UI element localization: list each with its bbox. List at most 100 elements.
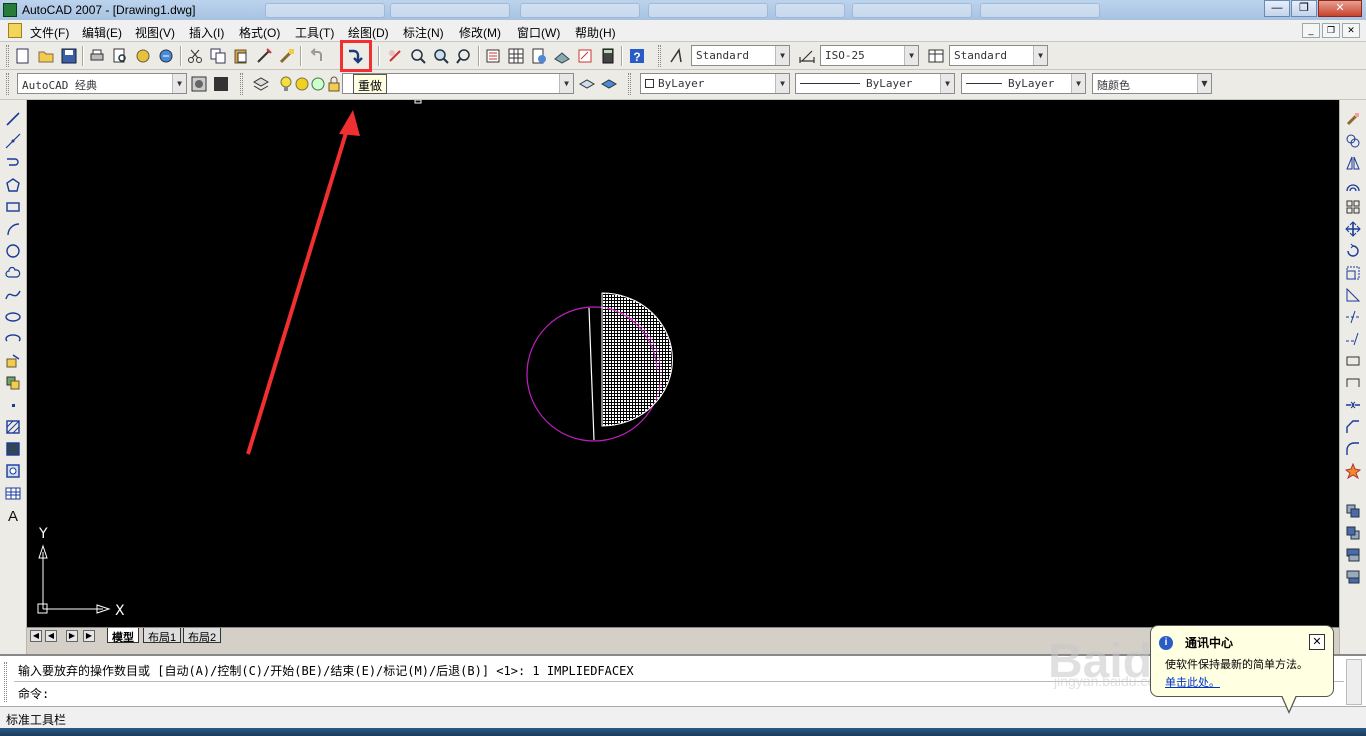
circle-icon[interactable] bbox=[5, 243, 21, 259]
menu-edit[interactable]: 编辑(E) bbox=[82, 24, 122, 41]
erase-icon[interactable] bbox=[1345, 111, 1361, 127]
make-block-icon[interactable] bbox=[5, 375, 21, 391]
ellipse-arc-icon[interactable] bbox=[5, 331, 21, 347]
markup-icon[interactable] bbox=[576, 47, 594, 65]
doc-minimize-button[interactable]: _ bbox=[1302, 23, 1320, 38]
toolbar-grip[interactable] bbox=[658, 45, 661, 67]
send-to-back-icon[interactable] bbox=[1345, 525, 1361, 541]
windows-taskbar[interactable] bbox=[0, 728, 1366, 736]
move-icon[interactable] bbox=[1345, 221, 1361, 237]
offset-icon[interactable] bbox=[1345, 177, 1361, 193]
command-window-grip[interactable] bbox=[4, 662, 7, 702]
hatch-icon[interactable] bbox=[5, 419, 21, 435]
drawing-area[interactable]: Y X bbox=[27, 100, 1339, 627]
revision-cloud-icon[interactable] bbox=[5, 265, 21, 281]
sheet-set-icon[interactable] bbox=[553, 47, 571, 65]
toolbar-grip[interactable] bbox=[240, 73, 243, 95]
toolbar-grip[interactable] bbox=[6, 45, 9, 67]
background-window-tab[interactable] bbox=[390, 3, 510, 18]
chevron-down-icon[interactable]: ▼ bbox=[904, 46, 918, 65]
menu-view[interactable]: 视图(V) bbox=[135, 24, 175, 41]
match-properties-icon[interactable] bbox=[255, 47, 273, 65]
scale-icon[interactable] bbox=[1345, 265, 1361, 281]
background-window-tab[interactable] bbox=[265, 3, 385, 18]
undo-icon[interactable] bbox=[309, 47, 327, 65]
tab-layout2[interactable]: 布局2 bbox=[183, 628, 222, 644]
tab-model[interactable]: 模型 bbox=[107, 628, 139, 644]
bring-above-icon[interactable] bbox=[1345, 547, 1361, 563]
drawing-canvas[interactable]: Y X bbox=[27, 100, 1339, 627]
save-icon[interactable] bbox=[60, 47, 78, 65]
zoom-realtime-icon[interactable] bbox=[409, 47, 427, 65]
new-icon[interactable] bbox=[14, 47, 32, 65]
dim-style-icon[interactable] bbox=[798, 47, 816, 65]
polygon-icon[interactable] bbox=[5, 177, 21, 193]
paste-icon[interactable] bbox=[232, 47, 250, 65]
background-window-tab[interactable] bbox=[775, 3, 845, 18]
cut-icon[interactable] bbox=[186, 47, 204, 65]
fillet-icon[interactable] bbox=[1345, 441, 1361, 457]
zoom-previous-icon[interactable] bbox=[455, 47, 473, 65]
chevron-down-icon[interactable]: ▼ bbox=[775, 46, 789, 65]
workspace-settings-icon[interactable] bbox=[190, 75, 208, 93]
stretch-icon[interactable] bbox=[1345, 287, 1361, 303]
autocad-app-icon[interactable] bbox=[3, 3, 17, 17]
arc-icon[interactable] bbox=[5, 221, 21, 237]
menu-window[interactable]: 窗口(W) bbox=[517, 24, 560, 41]
trim-icon[interactable] bbox=[1345, 309, 1361, 325]
layer-previous-icon[interactable] bbox=[600, 75, 618, 93]
help-icon[interactable]: ? bbox=[628, 47, 646, 65]
menu-file[interactable]: 文件(F) bbox=[30, 24, 69, 41]
lineweight-combo[interactable]: ByLayer ▼ bbox=[961, 73, 1086, 94]
toolbar-grip[interactable] bbox=[628, 73, 631, 95]
doc-restore-button[interactable]: ❐ bbox=[1322, 23, 1340, 38]
menu-format[interactable]: 格式(O) bbox=[239, 24, 280, 41]
command-prompt[interactable]: 命令: bbox=[18, 685, 49, 702]
layer-manager-icon[interactable] bbox=[252, 75, 270, 93]
gradient-icon[interactable] bbox=[5, 441, 21, 457]
doc-close-button[interactable]: ✕ bbox=[1342, 23, 1360, 38]
layer-lock-icon[interactable] bbox=[325, 75, 343, 93]
multiline-text-icon[interactable]: A bbox=[5, 507, 21, 523]
chevron-down-icon[interactable]: ▼ bbox=[775, 74, 789, 93]
zoom-window-icon[interactable] bbox=[432, 47, 450, 65]
dim-style-combo[interactable]: ISO-25 ▼ bbox=[820, 45, 919, 66]
array-icon[interactable] bbox=[1345, 199, 1361, 215]
chevron-down-icon[interactable]: ▼ bbox=[1197, 74, 1211, 93]
pan-icon[interactable] bbox=[386, 47, 404, 65]
menu-dimension[interactable]: 标注(N) bbox=[403, 24, 444, 41]
tab-layout1[interactable]: 布局1 bbox=[143, 628, 182, 644]
first-tab-button[interactable]: ◀ bbox=[30, 630, 42, 642]
publish-icon[interactable] bbox=[134, 47, 152, 65]
polyline-icon[interactable] bbox=[5, 155, 21, 171]
background-window-tab[interactable] bbox=[648, 3, 768, 18]
rectangle-icon[interactable] bbox=[5, 199, 21, 215]
send-under-icon[interactable] bbox=[1345, 569, 1361, 585]
chevron-down-icon[interactable]: ▼ bbox=[940, 74, 954, 93]
text-style-combo[interactable]: Standard ▼ bbox=[691, 45, 790, 66]
copy-icon[interactable] bbox=[209, 47, 227, 65]
chevron-down-icon[interactable]: ▼ bbox=[559, 74, 573, 93]
toolbar-grip[interactable] bbox=[6, 73, 9, 95]
chevron-down-icon[interactable]: ▼ bbox=[1071, 74, 1085, 93]
workspace-save-icon[interactable] bbox=[212, 75, 230, 93]
spline-icon[interactable] bbox=[5, 287, 21, 303]
insert-block-icon[interactable] bbox=[5, 353, 21, 369]
dividing-line[interactable] bbox=[588, 307, 595, 441]
text-style-icon[interactable] bbox=[668, 47, 686, 65]
menu-tools[interactable]: 工具(T) bbox=[295, 24, 334, 41]
background-window-tab[interactable] bbox=[520, 3, 640, 18]
table-style-icon[interactable] bbox=[927, 47, 945, 65]
table-icon[interactable] bbox=[5, 485, 21, 501]
color-combo[interactable]: ByLayer ▼ bbox=[640, 73, 790, 94]
menu-help[interactable]: 帮助(H) bbox=[575, 24, 616, 41]
properties-icon[interactable] bbox=[484, 47, 502, 65]
calculator-icon[interactable] bbox=[599, 47, 617, 65]
copy-object-icon[interactable] bbox=[1345, 133, 1361, 149]
menu-draw[interactable]: 绘图(D) bbox=[348, 24, 389, 41]
linetype-combo[interactable]: ByLayer ▼ bbox=[795, 73, 955, 94]
balloon-link[interactable]: 单击此处。 bbox=[1165, 674, 1220, 690]
tool-palettes-icon[interactable] bbox=[530, 47, 548, 65]
dwf-icon[interactable] bbox=[157, 47, 175, 65]
ellipse-icon[interactable] bbox=[5, 309, 21, 325]
